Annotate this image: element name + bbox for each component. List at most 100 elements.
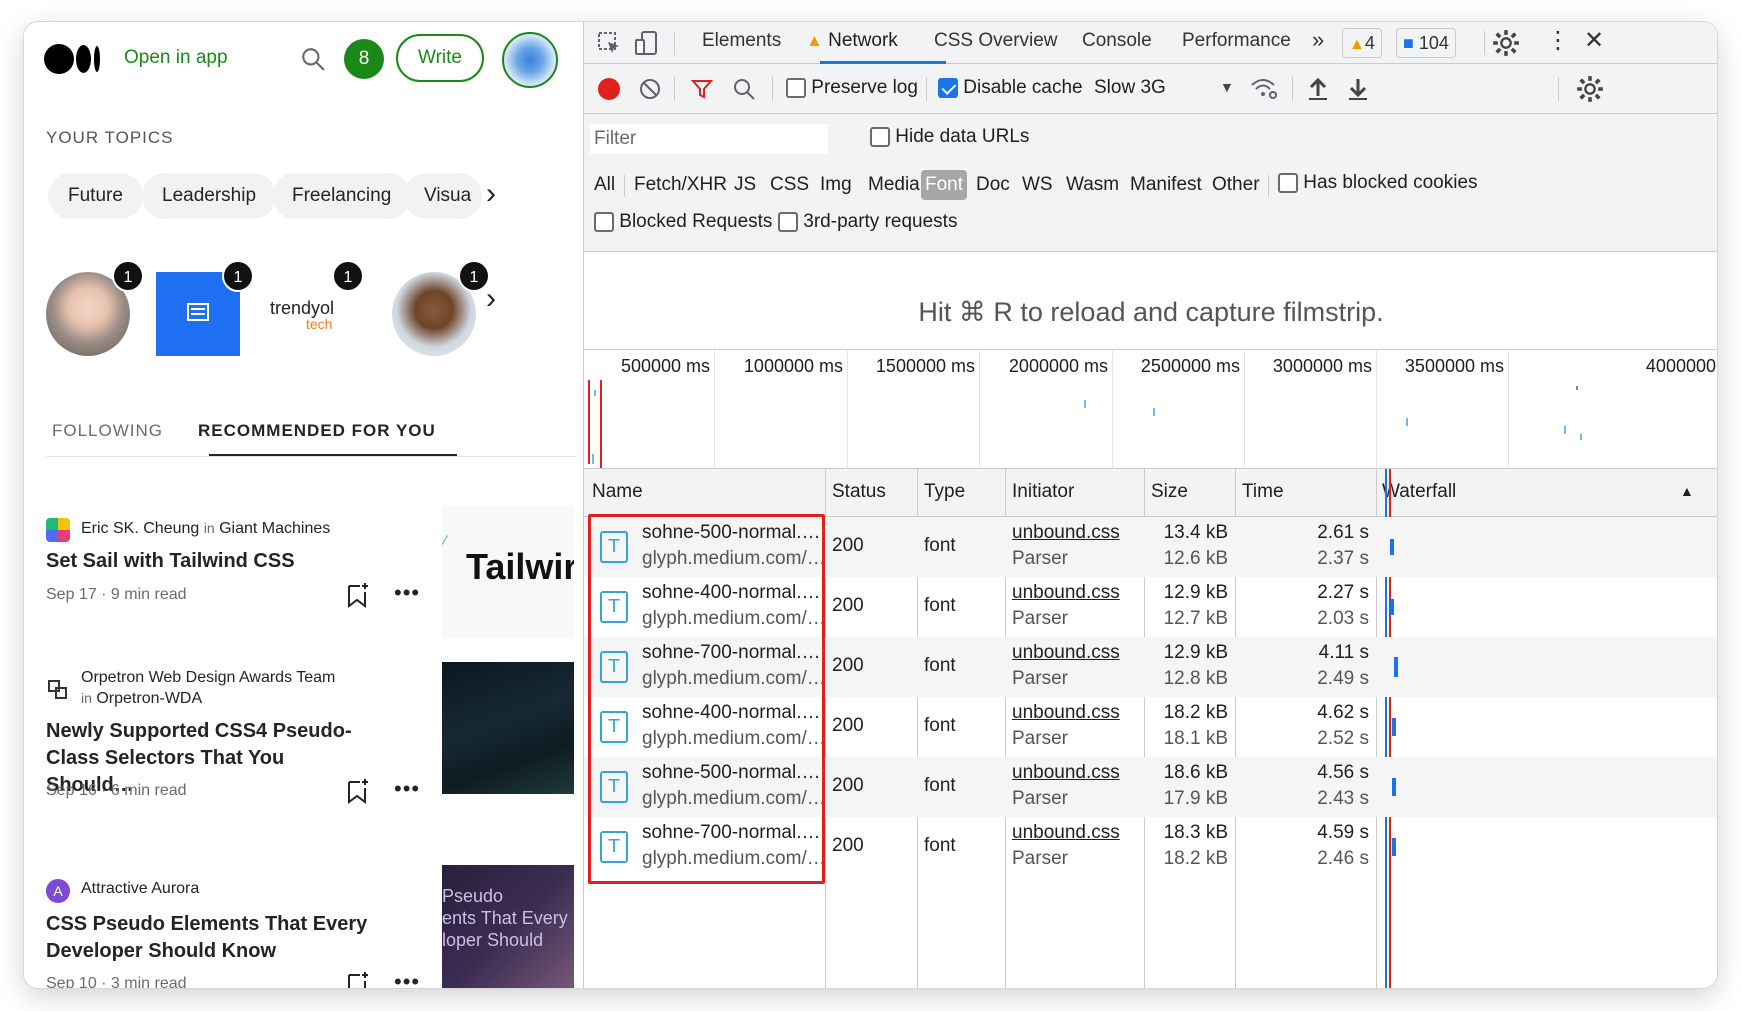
sort-ascending-icon[interactable]: ▲ <box>1680 483 1694 499</box>
post-title[interactable]: CSS Pseudo Elements That Every Developer… <box>46 911 376 965</box>
bookmark-icon[interactable] <box>346 971 368 988</box>
column-header-initiator[interactable]: Initiator <box>1012 481 1074 503</box>
post-thumbnail[interactable]: Pseudo ents That Every loper Should <box>442 865 574 988</box>
post-publication[interactable]: Orpetron-WDA <box>96 690 202 707</box>
feed-post[interactable]: A Attractive Aurora CSS Pseudo Elements … <box>46 865 576 988</box>
story-avatar[interactable]: 1 <box>156 260 254 356</box>
type-filter-all[interactable]: All <box>590 170 619 200</box>
story-avatar[interactable]: 1 <box>392 260 490 356</box>
column-header-name[interactable]: Name <box>592 481 643 503</box>
request-initiator-link[interactable]: unbound.css <box>1012 582 1120 604</box>
record-icon[interactable] <box>598 78 620 100</box>
topic-future[interactable]: Future <box>48 173 143 219</box>
search-icon[interactable] <box>732 77 756 101</box>
preserve-log-checkbox[interactable]: Preserve log <box>786 77 918 99</box>
request-initiator-link[interactable]: unbound.css <box>1012 522 1120 544</box>
checkbox[interactable] <box>1278 172 1298 193</box>
hide-data-urls-checkbox[interactable]: Hide data URLs <box>870 126 1029 148</box>
checkbox-checked[interactable] <box>938 77 958 98</box>
request-initiator-link[interactable]: unbound.css <box>1012 762 1120 784</box>
post-author-line[interactable]: Eric SK. Cheung in Giant Machines <box>81 518 330 539</box>
bookmark-icon[interactable] <box>346 778 368 804</box>
medium-logo[interactable] <box>44 44 104 74</box>
story-avatar[interactable]: 1 <box>46 260 144 356</box>
type-filter-media[interactable]: Media <box>864 170 924 200</box>
column-header-size[interactable]: Size <box>1151 481 1188 503</box>
column-header-type[interactable]: Type <box>924 481 965 503</box>
type-filter-ws[interactable]: WS <box>1018 170 1057 200</box>
feed-post[interactable]: Eric SK. Cheung in Giant Machines Set Sa… <box>46 506 576 646</box>
warnings-counter[interactable]: ▲4 <box>1342 28 1382 58</box>
network-conditions-icon[interactable] <box>1250 77 1278 101</box>
post-publication[interactable]: Giant Machines <box>219 520 330 537</box>
type-filter-doc[interactable]: Doc <box>972 170 1014 200</box>
settings-gear-icon[interactable] <box>1492 29 1520 57</box>
bookmark-icon[interactable] <box>346 582 368 608</box>
more-options-icon[interactable]: ••• <box>394 969 420 988</box>
search-icon[interactable] <box>300 46 326 72</box>
type-filter-css[interactable]: CSS <box>766 170 813 200</box>
post-thumbnail[interactable] <box>442 662 574 794</box>
request-initiator-link[interactable]: unbound.css <box>1012 642 1120 664</box>
story-avatar[interactable]: trendyol tech 1 <box>266 260 366 356</box>
column-header-time[interactable]: Time <box>1242 481 1284 503</box>
tab-following[interactable]: FOLLOWING <box>52 421 163 441</box>
third-party-checkbox[interactable]: 3rd-party requests <box>778 211 957 233</box>
device-toolbar-icon[interactable] <box>634 30 660 56</box>
topic-leadership[interactable]: Leadership <box>142 173 277 219</box>
topic-visual[interactable]: Visua <box>404 173 482 219</box>
notifications-button[interactable]: 8 <box>344 39 384 79</box>
tab-elements[interactable]: Elements <box>702 30 781 52</box>
type-filter-img[interactable]: Img <box>816 170 856 200</box>
close-icon[interactable]: ✕ <box>1584 26 1604 55</box>
column-header-waterfall[interactable]: Waterfall <box>1382 481 1456 503</box>
tab-recommended[interactable]: RECOMMENDED FOR YOU <box>198 421 436 441</box>
filter-input[interactable]: Filter <box>590 124 828 154</box>
type-filter-wasm[interactable]: Wasm <box>1062 170 1123 200</box>
type-filter-other[interactable]: Other <box>1208 170 1264 200</box>
clear-icon[interactable] <box>638 77 662 101</box>
checkbox[interactable] <box>594 211 614 232</box>
messages-counter[interactable]: ■ 104 <box>1396 28 1456 58</box>
topics-next-chevron-icon[interactable]: › <box>486 177 496 211</box>
kebab-menu-icon[interactable]: ⋮ <box>1546 26 1570 55</box>
column-header-status[interactable]: Status <box>832 481 886 503</box>
feed-post[interactable]: Orpetron Web Design Awards Team in Orpetr… <box>46 662 576 804</box>
post-author-line[interactable]: Orpetron Web Design Awards Team in Orpetr… <box>81 668 381 709</box>
import-har-icon[interactable] <box>1306 76 1330 102</box>
has-blocked-cookies-checkbox[interactable]: Has blocked cookies <box>1278 172 1478 194</box>
post-author[interactable]: Attractive Aurora <box>81 879 199 899</box>
post-thumbnail[interactable]: ⁄ Tailwir <box>442 506 574 638</box>
post-title[interactable]: Set Sail with Tailwind CSS <box>46 548 376 575</box>
user-avatar[interactable] <box>502 32 558 88</box>
open-in-app-link[interactable]: Open in app <box>124 47 228 69</box>
checkbox[interactable] <box>786 77 806 98</box>
post-author[interactable]: Orpetron Web Design Awards Team <box>81 669 335 686</box>
type-filter-font[interactable]: Font <box>921 170 968 200</box>
more-tabs-icon[interactable]: » <box>1312 27 1324 53</box>
tab-console[interactable]: Console <box>1082 30 1152 52</box>
tab-performance[interactable]: Performance <box>1182 30 1291 52</box>
network-settings-gear-icon[interactable] <box>1576 75 1604 103</box>
blocked-requests-checkbox[interactable]: Blocked Requests <box>594 211 772 233</box>
overview-timeline[interactable]: 500000 ms 1000000 ms 1500000 ms 2000000 … <box>584 349 1717 470</box>
throttling-select[interactable]: Slow 3G ▼ <box>1094 77 1234 99</box>
type-filter-manifest[interactable]: Manifest <box>1126 170 1206 200</box>
stories-next-chevron-icon[interactable]: › <box>486 282 496 316</box>
post-author[interactable]: Eric SK. Cheung <box>81 520 199 537</box>
checkbox[interactable] <box>870 126 890 147</box>
checkbox[interactable] <box>778 211 798 232</box>
more-options-icon[interactable]: ••• <box>394 776 420 802</box>
inspect-element-icon[interactable] <box>596 30 622 56</box>
filter-icon[interactable] <box>690 77 714 101</box>
topic-freelancing[interactable]: Freelancing <box>272 173 412 219</box>
tab-css-overview[interactable]: CSS Overview <box>934 30 1058 52</box>
write-button[interactable]: Write <box>396 34 484 82</box>
type-filter-fetch-xhr[interactable]: Fetch/XHR <box>630 170 731 200</box>
type-filter-js[interactable]: JS <box>730 170 760 200</box>
request-initiator-link[interactable]: unbound.css <box>1012 822 1120 844</box>
more-options-icon[interactable]: ••• <box>394 580 420 606</box>
request-initiator-link[interactable]: unbound.css <box>1012 702 1120 724</box>
export-har-icon[interactable] <box>1346 76 1370 102</box>
tab-network[interactable]: ▲ Network <box>806 30 898 52</box>
